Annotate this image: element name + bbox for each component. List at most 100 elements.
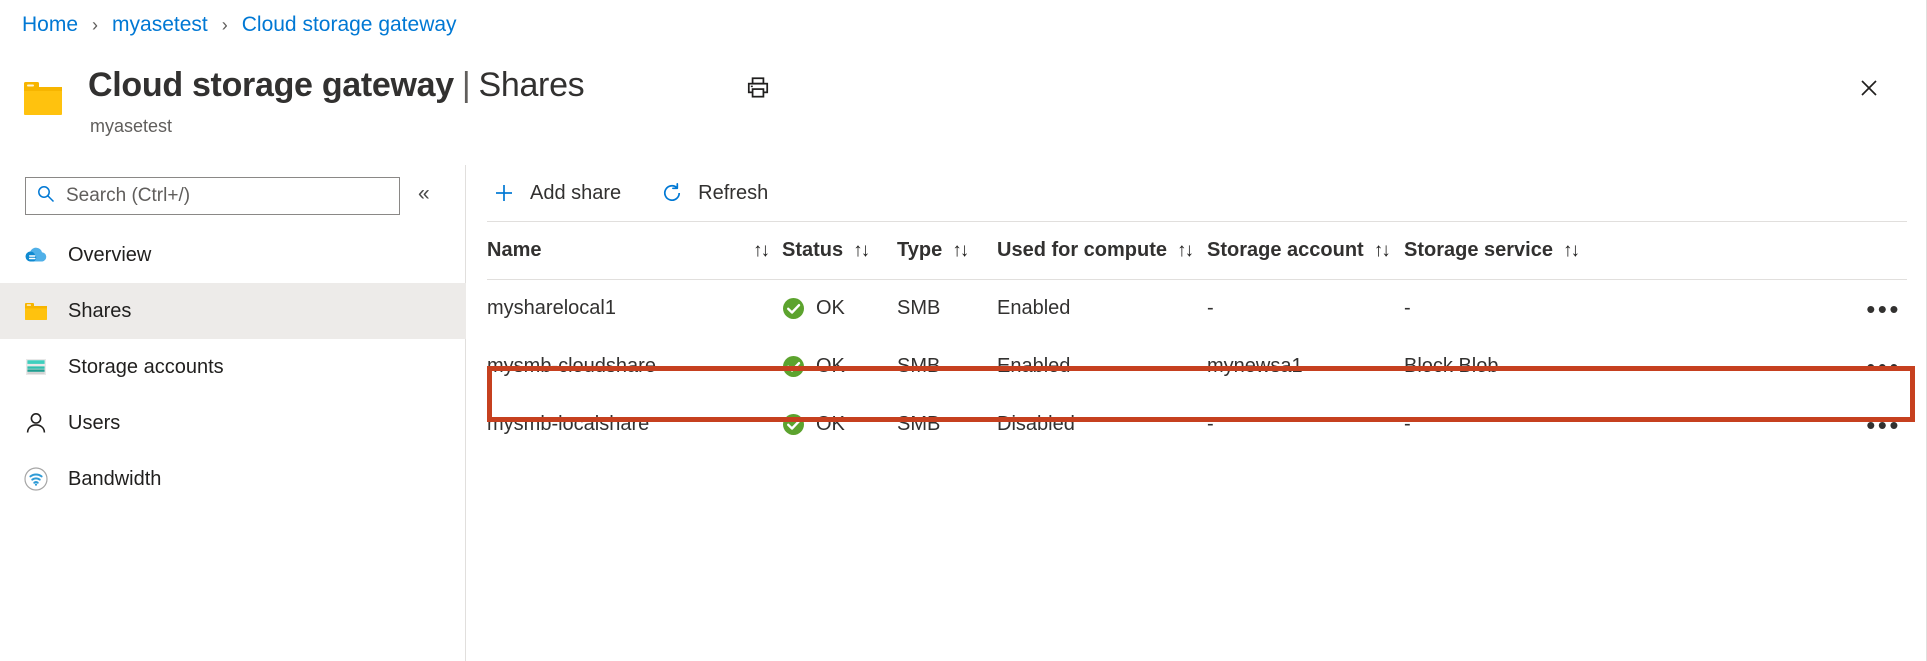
cloud-icon [22,241,50,269]
column-header-name[interactable]: Name ↑↓ [487,222,782,280]
search-input[interactable] [66,185,389,207]
sidebar-item-users[interactable]: Users [0,395,466,451]
cell-actions: ••• [1604,280,1907,338]
sidebar-item-label: Overview [68,244,151,267]
cell-type: SMB [897,338,997,396]
column-label: Name [487,239,541,262]
row-more-menu-button[interactable]: ••• [1860,350,1907,384]
page-title-resource: Cloud storage gateway [88,66,454,104]
cell-name[interactable]: mysmb-localshare [487,396,782,454]
cell-actions: ••• [1604,396,1907,454]
cell-status: OK [782,396,897,454]
folder-icon [22,78,66,118]
check-circle-icon [782,413,805,436]
column-header-used-for-compute[interactable]: Used for compute ↑↓ [997,222,1207,280]
print-icon [745,75,771,104]
sidebar-item-overview[interactable]: Overview [0,227,466,283]
cell-storage-account: mynewsa1 [1207,338,1404,396]
table-header-row: Name ↑↓ Status ↑↓ Type ↑↓ [487,222,1907,280]
refresh-button[interactable]: Refresh [657,173,770,213]
sidebar-item-label: Shares [68,300,131,323]
page-title-pipe: | [462,66,471,104]
column-label: Used for compute [997,239,1167,262]
sort-icon[interactable]: ↑↓ [1374,240,1389,262]
breadcrumb-item-home[interactable]: Home [22,13,78,37]
column-header-status[interactable]: Status ↑↓ [782,222,897,280]
add-share-label: Add share [530,182,621,205]
cell-status: OK [782,338,897,396]
column-header-actions [1604,222,1907,280]
print-button[interactable] [738,70,778,108]
page-title: Cloud storage gateway|Shares [88,66,584,105]
sidebar-item-storage-accounts[interactable]: Storage accounts [0,339,466,395]
column-label: Storage service [1404,239,1553,262]
cell-storage-service: - [1404,396,1604,454]
cell-storage-service: Block Blob [1404,338,1604,396]
shares-table-wrapper: Name ↑↓ Status ↑↓ Type ↑↓ [487,221,1907,454]
column-header-storage-account[interactable]: Storage account ↑↓ [1207,222,1404,280]
cell-used-for-compute: Disabled [997,396,1207,454]
close-button[interactable] [1848,68,1890,110]
status-label: OK [816,355,845,378]
sidebar-collapse-button[interactable]: « [418,183,430,204]
storage-accounts-icon [22,353,50,381]
user-icon [22,409,50,437]
sidebar-item-shares[interactable]: Shares [0,283,466,339]
sidebar: « Overview Shar [0,165,466,661]
column-header-type[interactable]: Type ↑↓ [897,222,997,280]
row-more-menu-button[interactable]: ••• [1860,292,1907,326]
cell-name[interactable]: mysharelocal1 [487,280,782,338]
page-subtitle: myasetest [90,116,172,137]
sidebar-nav: Overview Shares [0,227,466,507]
sidebar-item-label: Storage accounts [68,356,224,379]
cell-storage-service: - [1404,280,1604,338]
breadcrumb-separator: › [222,15,228,36]
cell-storage-account: - [1207,280,1404,338]
refresh-icon [659,180,685,206]
cell-used-for-compute: Enabled [997,280,1207,338]
sidebar-item-bandwidth[interactable]: Bandwidth [0,451,466,507]
sort-icon[interactable]: ↑↓ [1563,240,1578,262]
check-circle-icon [782,297,805,320]
table-row[interactable]: mysmb-localshare OK SMB [487,396,1907,454]
cell-type: SMB [897,280,997,338]
bandwidth-icon [22,465,50,493]
row-more-menu-button[interactable]: ••• [1860,408,1907,442]
sort-icon[interactable]: ↑↓ [952,240,967,262]
cell-used-for-compute: Enabled [997,338,1207,396]
plus-icon [491,180,517,206]
refresh-label: Refresh [698,182,768,205]
sidebar-item-label: Bandwidth [68,468,161,491]
breadcrumb-separator: › [92,15,98,36]
search-icon [36,184,56,209]
command-bar: Add share Refresh [467,165,770,221]
shares-table: Name ↑↓ Status ↑↓ Type ↑↓ [487,221,1907,454]
breadcrumb-item-cloud-storage-gateway[interactable]: Cloud storage gateway [242,13,457,37]
add-share-button[interactable]: Add share [489,173,623,213]
sort-icon[interactable]: ↑↓ [853,240,868,262]
page-title-section: Shares [478,66,584,104]
search-box[interactable] [25,177,400,215]
sort-icon[interactable]: ↑↓ [753,240,768,262]
breadcrumb-item-myasetest[interactable]: myasetest [112,13,208,37]
status-label: OK [816,413,845,436]
column-header-storage-service[interactable]: Storage service ↑↓ [1404,222,1604,280]
cell-storage-account: - [1207,396,1404,454]
status-label: OK [816,297,845,320]
main-content: Add share Refresh [467,165,1927,661]
column-label: Status [782,239,843,262]
column-label: Type [897,239,942,262]
close-icon [1857,76,1881,103]
sort-icon[interactable]: ↑↓ [1177,240,1192,262]
check-circle-icon [782,355,805,378]
cell-type: SMB [897,396,997,454]
column-label: Storage account [1207,239,1364,262]
cell-name[interactable]: mysmb-cloudshare [487,338,782,396]
table-row[interactable]: mysharelocal1 OK SMB [487,280,1907,338]
table-row[interactable]: mysmb-cloudshare OK SMB [487,338,1907,396]
cell-status: OK [782,280,897,338]
cell-actions: ••• [1604,338,1907,396]
folder-icon [22,297,50,325]
sidebar-item-label: Users [68,412,120,435]
breadcrumb: Home › myasetest › Cloud storage gateway [22,13,457,37]
